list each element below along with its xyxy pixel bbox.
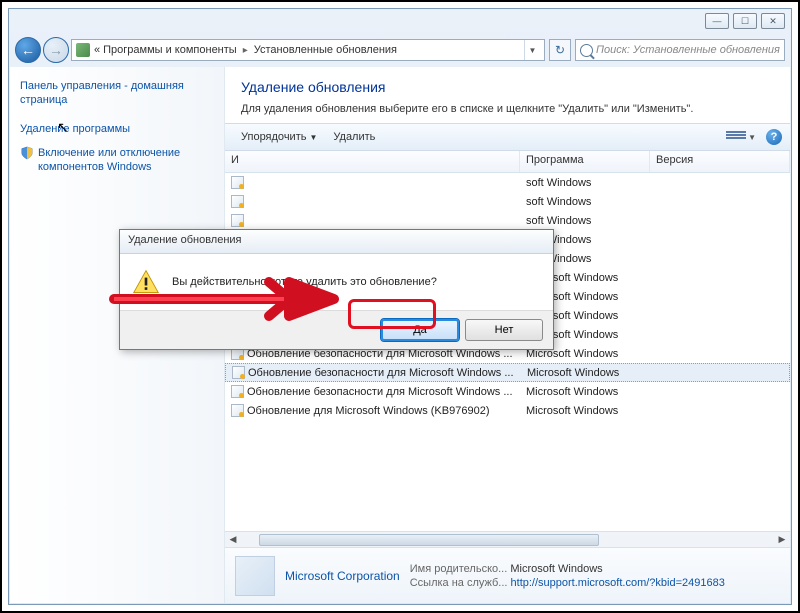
update-version	[650, 353, 790, 355]
no-button[interactable]: Нет	[465, 319, 543, 341]
update-icon	[231, 385, 244, 398]
chevron-down-icon: ▼	[309, 133, 317, 142]
update-icon	[231, 195, 244, 208]
help-button[interactable]: ?	[766, 129, 782, 145]
update-version	[650, 258, 790, 260]
update-version	[650, 391, 790, 393]
page-title: Удаление обновления	[241, 79, 774, 95]
column-program[interactable]: Программа	[520, 151, 650, 172]
table-row[interactable]: Обновление для Microsoft Windows (KB9769…	[225, 401, 790, 420]
table-row[interactable]: soft Windows	[225, 192, 790, 211]
table-row[interactable]: Обновление безопасности для Microsoft Wi…	[225, 363, 790, 382]
update-icon	[231, 404, 244, 417]
column-name[interactable]: И	[225, 151, 520, 172]
update-thumbnail-icon	[235, 556, 275, 596]
details-pane: Microsoft Corporation Имя родительско...…	[225, 547, 790, 603]
minimize-button[interactable]: —	[705, 13, 729, 29]
list-view-icon	[726, 131, 746, 143]
sidebar-link-home[interactable]: Панель управления - домашняя страница	[20, 79, 214, 108]
update-version	[650, 334, 790, 336]
update-version	[650, 315, 790, 317]
update-program: soft Windows	[520, 214, 650, 228]
publisher-name: Microsoft Corporation	[285, 569, 400, 583]
horizontal-scrollbar[interactable]: ◀ ▶	[225, 531, 790, 547]
maximize-button[interactable]: ☐	[733, 13, 757, 29]
update-program: Microsoft Windows	[520, 385, 650, 399]
table-row[interactable]: soft Windows	[225, 173, 790, 192]
shield-icon	[20, 146, 34, 160]
update-version	[650, 239, 790, 241]
support-link[interactable]: http://support.microsoft.com/?kbid=24916…	[511, 577, 725, 589]
column-version[interactable]: Версия	[650, 151, 790, 172]
update-version	[651, 372, 789, 374]
table-row[interactable]: Обновление безопасности для Microsoft Wi…	[225, 382, 790, 401]
yes-button[interactable]: Да	[381, 319, 459, 341]
navbar: ← → « Программы и компоненты ▸ Установле…	[9, 35, 791, 65]
search-placeholder: Поиск: Установленные обновления	[596, 44, 780, 56]
update-program: Microsoft Windows	[521, 366, 651, 380]
organize-button[interactable]: Упорядочить▼	[233, 128, 325, 146]
back-button[interactable]: ←	[15, 37, 41, 63]
dialog-title: Удаление обновления	[120, 230, 553, 254]
window: — ☐ ✕ ← → « Программы и компоненты ▸ Уст…	[8, 8, 792, 605]
scroll-left-icon[interactable]: ◀	[225, 533, 241, 547]
parent-value: Microsoft Windows	[510, 563, 602, 575]
view-mode-button[interactable]: ▼	[722, 129, 760, 145]
cursor-icon: ↖	[57, 119, 69, 136]
page-description: Для удаления обновления выберите его в с…	[241, 103, 774, 115]
refresh-button[interactable]: ↻	[549, 39, 571, 61]
update-program: soft Windows	[520, 176, 650, 190]
update-program: Microsoft Windows	[520, 404, 650, 418]
toolbar: Упорядочить▼ Удалить ▼ ?	[225, 123, 790, 151]
support-label: Ссылка на служб...	[410, 577, 508, 589]
search-icon	[580, 44, 593, 57]
address-dropdown[interactable]: ▼	[524, 40, 540, 60]
parent-label: Имя родительско...	[410, 563, 508, 575]
search-input[interactable]: Поиск: Установленные обновления	[575, 39, 785, 61]
update-icon	[231, 214, 244, 227]
titlebar-buttons: — ☐ ✕	[705, 13, 785, 29]
update-name: Обновление безопасности для Microsoft Wi…	[247, 386, 513, 398]
close-button[interactable]: ✕	[761, 13, 785, 29]
chevron-right-icon: ▸	[240, 45, 251, 56]
update-name: Обновление безопасности для Microsoft Wi…	[248, 367, 514, 379]
sidebar-link-features[interactable]: Включение или отключение компонентов Win…	[38, 146, 214, 175]
update-name: Обновление для Microsoft Windows (KB9769…	[247, 405, 489, 417]
column-headers: И Программа Версия	[225, 151, 790, 173]
update-version	[650, 296, 790, 298]
uninstall-button[interactable]: Удалить	[325, 128, 383, 146]
chevron-down-icon: ▼	[748, 133, 756, 142]
scroll-right-icon[interactable]: ▶	[774, 533, 790, 547]
breadcrumb-programs[interactable]: Программы и компоненты	[100, 44, 240, 56]
update-version	[650, 182, 790, 184]
forward-button[interactable]: →	[43, 37, 69, 63]
sidebar-link-uninstall[interactable]: Удаление программы	[20, 122, 214, 136]
address-bar[interactable]: « Программы и компоненты ▸ Установленные…	[71, 39, 545, 61]
update-version	[650, 410, 790, 412]
scrollbar-thumb[interactable]	[259, 534, 599, 546]
update-program: soft Windows	[520, 195, 650, 209]
annotation-arrow	[109, 274, 339, 329]
update-version	[650, 201, 790, 203]
breadcrumb-updates[interactable]: Установленные обновления	[251, 44, 400, 56]
table-row[interactable]: soft Windows	[225, 211, 790, 230]
update-version	[650, 220, 790, 222]
update-version	[650, 277, 790, 279]
update-icon	[231, 176, 244, 189]
update-icon	[232, 366, 245, 379]
control-panel-icon	[76, 43, 90, 57]
